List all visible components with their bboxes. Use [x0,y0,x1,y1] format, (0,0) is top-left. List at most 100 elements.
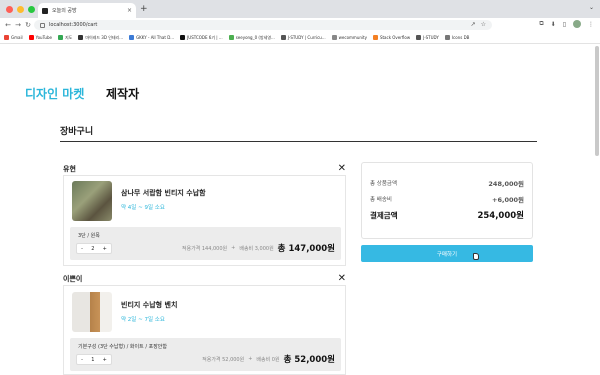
item-total: 총 147,000원 [277,244,335,254]
bookmark-item[interactable]: seeyong_0 (방세영... [228,35,275,41]
bookmark-item[interactable]: J-STUDY | Curricu... [280,35,326,40]
browser-tab-strip: 오늘의 공방 × + ⌄ [0,0,600,18]
option-box: 기본구성 (3단 수납형) / 화이트 / 포장안함 - 1 + 적용가격 52… [70,338,341,371]
summary-product-label: 총 상품금액 [370,181,398,187]
page-title: 장바구니 [60,127,94,137]
bookmark-item[interactable]: 지도 [57,35,72,41]
option-summary: 적용가격 144,000원 + 배송비 3,000원 총 147,000원 [182,242,335,254]
summary-shipping-value: +6,000원 [492,196,524,204]
product-image[interactable] [72,292,112,332]
side-panel-icon[interactable]: ▯ [563,21,566,28]
forward-button[interactable]: → [13,21,23,29]
option-label: 3단 / 원목 [78,233,100,239]
plus-separator: + [231,245,236,251]
product-image[interactable] [72,181,112,221]
product-name[interactable]: 빈티지 수납형 벤치 [121,300,177,310]
bookmark-star-icon[interactable]: ☆ [481,21,486,28]
bookmark-icon [228,35,234,40]
bookmark-icon [57,35,63,40]
bookmark-icon [28,35,34,40]
bookmark-icon [280,35,286,40]
profile-avatar[interactable] [573,20,581,28]
buy-button[interactable]: 구매하기 [361,245,533,262]
seller-header: 유현 ✕ [63,162,346,176]
bookmark-item[interactable]: Gmail [4,35,23,40]
download-icon[interactable]: ⬇ [551,21,556,28]
seller-name: 유현 [63,164,76,173]
browser-tab[interactable]: 오늘의 공방 × [38,3,136,18]
bookmark-icon [444,35,450,40]
bookmark-item[interactable]: GKKY - All That D... [129,35,174,40]
close-icon[interactable]: ✕ [338,163,346,174]
page-content: 디자인 마켓 제작자 장바구니 유현 ✕ 삼나무 서랍함 빈티지 수납함 약 4… [0,44,600,375]
bookmark-icon [331,35,337,40]
summary-row-product: 총 상품금액 248,000원 [370,178,524,188]
site-info-icon[interactable] [40,22,45,28]
browser-right-tools: ⧉ ⬇ ▯ ⋮ [539,20,594,28]
new-tab-button[interactable]: + [140,4,148,14]
shipping-estimate: 약 4일 ~ 9일 소요 [121,205,165,211]
share-icon[interactable]: ↗ [471,21,476,28]
bookmark-item[interactable]: JUSTCODE 6기 | ... [180,35,223,41]
bookmark-item[interactable]: 마이레드 3D 인테리... [78,35,123,41]
increase-button[interactable]: + [103,357,107,363]
bookmark-item[interactable]: Icons DB [444,35,469,40]
product-name[interactable]: 삼나무 서랍함 빈티지 수납함 [121,188,206,198]
tab-title: 오늘의 공방 [52,8,77,14]
quantity-value[interactable]: 1 [91,357,94,363]
bookmark-icon [180,35,186,40]
mouse-cursor-icon [473,253,479,260]
extensions-icon[interactable]: ⧉ [539,20,543,28]
brand-logo[interactable]: 디자인 마켓 [25,85,84,102]
menu-icon[interactable]: ⋮ [588,21,594,28]
address-bar[interactable]: localhost:3000/cart ↗ ☆ [34,20,492,30]
maximize-window-button[interactable] [28,6,35,13]
bookmark-icon [416,35,422,40]
summary-shipping-label: 총 배송비 [370,197,392,203]
nav-maker-link[interactable]: 제작자 [106,85,139,102]
option-summary: 적용가격 52,000원 + 배송비 0원 총 52,000원 [202,353,335,365]
bookmark-item[interactable]: J-STUDY [416,35,439,40]
quantity-stepper: - 2 + [76,243,112,254]
bookmark-item[interactable]: YouTube [28,35,52,40]
tab-search-icon[interactable]: ⌄ [589,4,594,11]
shipping-fee: 배송비 0원 [256,356,280,363]
seller-header: 이쁜이 ✕ [63,272,346,286]
shipping-estimate: 약 2일 ~ 7일 소요 [121,317,165,323]
applied-price: 적용가격 52,000원 [202,356,245,363]
bookmark-item[interactable]: wecommunity [331,35,367,40]
option-box: 3단 / 원목 - 2 + 적용가격 144,000원 + 배송비 3,000원… [70,227,341,260]
reload-button[interactable]: ↻ [23,21,33,29]
quantity-value[interactable]: 2 [91,246,94,252]
close-window-button[interactable] [6,6,13,13]
increase-button[interactable]: + [103,246,107,252]
summary-row-total: 결제금액 254,000원 [370,209,524,222]
address-text: localhost:3000/cart [49,22,98,28]
bookmark-icon [4,35,9,40]
title-divider [60,141,537,142]
shipping-fee: 배송비 3,000원 [239,245,274,252]
browser-toolbar: ← → ↻ localhost:3000/cart ↗ ☆ ⧉ ⬇ ▯ ⋮ [0,18,600,32]
bookmark-item[interactable]: Stack Overflow [372,35,410,40]
window-controls [6,6,35,13]
summary-total-value: 254,000원 [477,211,524,221]
quantity-stepper: - 1 + [76,354,112,365]
bookmark-icon [78,35,84,40]
decrease-button[interactable]: - [81,357,83,363]
address-bar-tools: ↗ ☆ [471,21,486,28]
back-button[interactable]: ← [3,21,13,29]
tab-close-icon[interactable]: × [127,7,132,14]
close-icon[interactable]: ✕ [338,273,346,284]
bookmark-icon [372,35,378,40]
item-total: 총 52,000원 [283,355,335,365]
summary-product-value: 248,000원 [488,180,524,188]
favicon-icon [42,7,48,14]
cart-item-card: 빈티지 수납형 벤치 약 2일 ~ 7일 소요 기본구성 (3단 수납형) / … [63,286,346,375]
decrease-button[interactable]: - [81,246,83,252]
page-scrollbar[interactable] [595,46,599,156]
option-label: 기본구성 (3단 수납형) / 화이트 / 포장안함 [78,344,167,350]
bookmarks-bar: Gmail YouTube 지도 마이레드 3D 인테리... GKKY - A… [0,32,600,44]
seller-name: 이쁜이 [63,274,83,283]
minimize-window-button[interactable] [17,6,24,13]
order-summary: 총 상품금액 248,000원 총 배송비 +6,000원 결제금액 254,0… [361,162,533,239]
